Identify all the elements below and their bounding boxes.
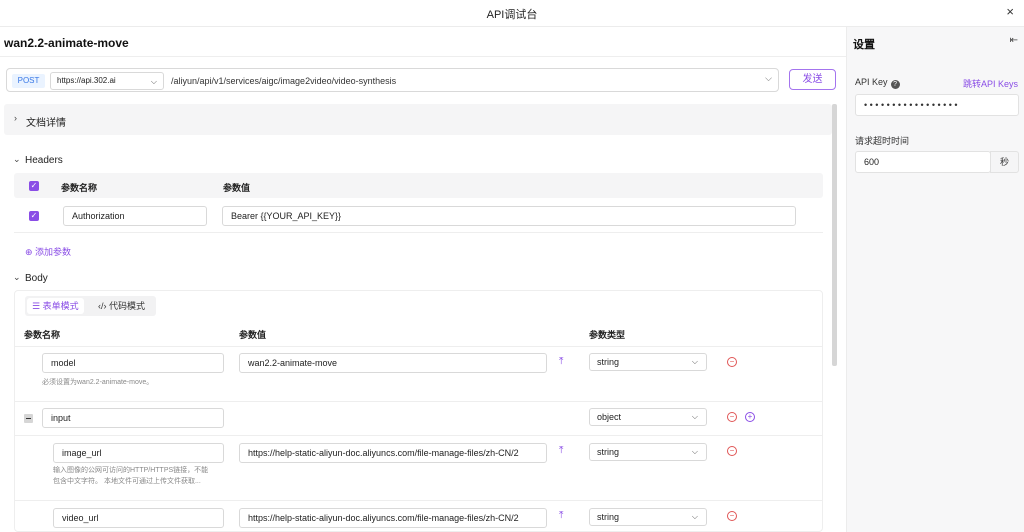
header-value-input[interactable]: Bearer {{YOUR_API_KEY}} [222,206,796,226]
close-icon[interactable]: × [1006,5,1014,19]
chevron-down-icon[interactable]: ⌵ [765,73,772,84]
timeout-input[interactable]: 600 [855,151,991,173]
chevron-down-icon[interactable]: ⌄ [13,154,21,165]
plus-circle-icon: ⊕ [25,247,36,257]
api-key-label-text: API Key [855,77,888,87]
scrollbar[interactable] [832,104,837,366]
window-titlebar: API调试台 × [0,0,1024,27]
send-button[interactable]: 发送 [789,69,836,90]
divider [14,232,823,233]
body-col-type: 参数类型 [589,330,626,340]
type-value: string [597,357,620,367]
body-value-image-url[interactable]: https://help-static-aliyun-doc.aliyuncs.… [239,443,547,463]
add-param-label: 添加参数 [35,247,72,257]
chevron-down-icon: ⌵ [691,412,698,421]
upload-icon[interactable]: ⤒ [559,356,563,367]
body-value-video-url[interactable]: https://help-static-aliyun-doc.aliyuncs.… [239,508,547,528]
headers-section-label[interactable]: Headers [25,155,63,166]
timeout-unit: 秒 [990,151,1019,173]
settings-title: 设置 [853,39,875,51]
type-select-input[interactable]: object ⌵ [589,408,707,426]
doc-details-label: 文档详情 [26,118,66,129]
body-mode-tabs: ☰ 表单模式 ‹/› 代码模式 [25,296,156,316]
headers-table-head: ✓ 参数名称 参数值 [14,173,823,198]
type-select-model[interactable]: string ⌵ [589,353,707,371]
body-name-input[interactable]: input [42,408,224,428]
type-value: string [597,512,620,522]
divider [14,435,823,436]
window-title: API调试台 [486,9,538,21]
header-row-checkbox[interactable]: ✓ [29,211,39,221]
type-value: object [597,412,622,422]
collapse-panel-icon[interactable]: ⇤ [1010,35,1018,46]
param-hint: 必须设置为wan2.2-animate-move。 [42,379,154,386]
body-name-video-url[interactable]: video_url [53,508,224,528]
body-name-image-url[interactable]: image_url [53,443,224,463]
upload-icon[interactable]: ⤒ [559,510,563,521]
path-input[interactable]: /aliyun/api/v1/services/aigc/image2video… [171,74,396,88]
question-icon[interactable]: ? [890,80,900,89]
body-col-name: 参数名称 [24,330,61,340]
plus-circle-icon[interactable]: + [745,412,755,422]
chevron-down-icon: ⌵ [691,357,698,366]
type-select-image-url[interactable]: string ⌵ [589,443,707,461]
main-panel: wan2.2-animate-move POST https://api.302… [0,27,846,532]
headers-col-name: 参数名称 [61,183,98,193]
chevron-down-icon: ⌵ [691,447,698,456]
add-param-button[interactable]: ⊕ 添加参数 [25,245,71,258]
tab-code-mode[interactable]: ‹/› 代码模式 [93,298,150,314]
api-keys-link[interactable]: 跳转API Keys [963,77,1018,90]
api-key-input[interactable]: • • • • • • • • • • • • • • • • • [855,94,1019,116]
method-badge[interactable]: POST [12,74,45,88]
minus-circle-icon[interactable]: − [727,357,737,367]
settings-panel: 设置 ⇤ API Key? 跳转API Keys • • • • • • • •… [846,27,1024,532]
chevron-down-icon[interactable]: ⌄ [13,272,21,283]
host-value: https://api.302.ai [57,76,116,85]
tab-form-mode[interactable]: ☰ 表单模式 [27,298,84,314]
timeout-label: 请求超时时间 [855,136,910,146]
body-section-label[interactable]: Body [25,273,48,284]
code-icon: ‹/› [98,301,109,311]
chevron-down-icon: ⌵ [691,512,698,521]
body-name-model[interactable]: model [42,353,224,373]
collapse-toggle[interactable] [24,414,33,423]
body-value-model[interactable]: wan2.2-animate-move [239,353,547,373]
headers-select-all-checkbox[interactable]: ✓ [29,181,39,191]
param-hint-line2: 包含中文字符。 本地文件可通过上传文件获取... [53,478,201,485]
host-select[interactable]: https://api.302.ai ⌵ [50,72,164,90]
minus-circle-icon[interactable]: − [727,511,737,521]
divider [14,500,823,501]
type-select-video-url[interactable]: string ⌵ [589,508,707,526]
divider [0,56,846,57]
doc-details-toggle[interactable]: › 文档详情 [4,104,832,135]
tab-code-mode-label: 代码模式 [109,301,146,311]
param-hint-line1: 输入图像的公网可访问的HTTP/HTTPS链接，不能 [53,467,209,474]
chevron-down-icon: ⌵ [150,77,157,86]
type-value: string [597,447,620,457]
api-name: wan2.2-animate-move [4,36,129,50]
minus-circle-icon[interactable]: − [727,412,737,422]
api-key-label: API Key? [855,77,900,89]
header-name-input[interactable]: Authorization [63,206,207,226]
minus-circle-icon[interactable]: − [727,446,737,456]
chevron-right-icon: › [14,113,17,123]
body-col-value: 参数值 [239,330,267,340]
upload-icon[interactable]: ⤒ [559,445,563,456]
divider [14,346,823,347]
divider [14,401,823,402]
headers-col-value: 参数值 [223,183,251,193]
tab-form-mode-label: 表单模式 [42,301,79,311]
url-bar[interactable]: POST https://api.302.ai ⌵ /aliyun/api/v1… [6,68,779,92]
list-icon: ☰ [32,301,43,311]
